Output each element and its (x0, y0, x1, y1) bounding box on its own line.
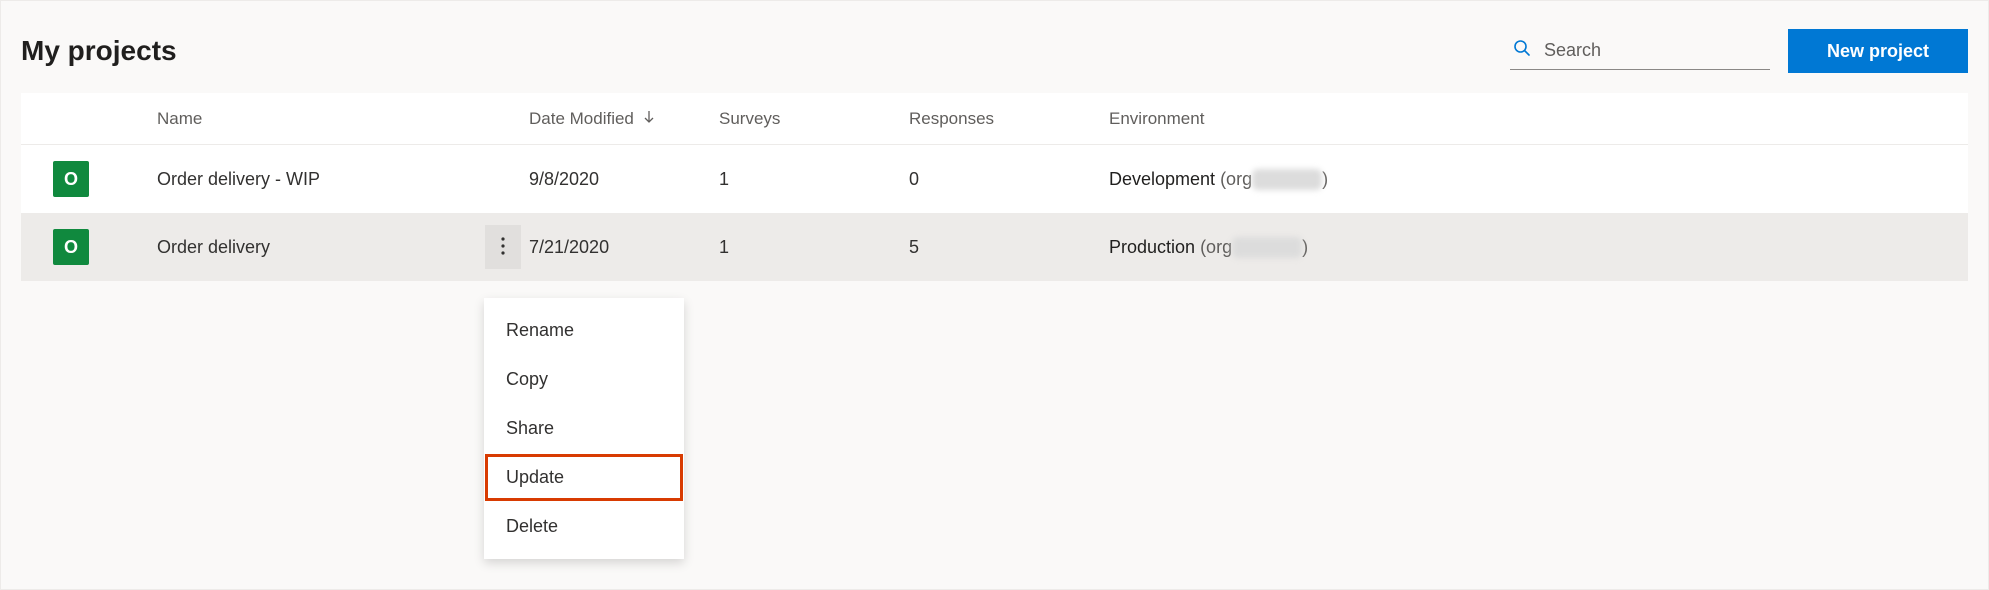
project-name-cell: Order delivery (121, 225, 521, 269)
menu-item-delete[interactable]: Delete (484, 502, 684, 551)
more-actions-button[interactable] (485, 225, 521, 269)
menu-item-copy[interactable]: Copy (484, 355, 684, 404)
projects-table: Name Date Modified Surveys Responses Env… (21, 93, 1968, 281)
column-date-modified[interactable]: Date Modified (521, 109, 711, 129)
search-input[interactable] (1544, 40, 1768, 61)
table-row[interactable]: O Order delivery 7/21/2020 1 5 Productio… (21, 213, 1968, 281)
table-row[interactable]: O Order delivery - WIP 9/8/2020 1 0 Deve… (21, 145, 1968, 213)
sort-descending-icon (642, 109, 656, 129)
project-name-cell: Order delivery - WIP (121, 169, 521, 190)
row-context-menu: Rename Copy Share Update Delete (484, 298, 684, 559)
project-avatar: O (53, 161, 89, 197)
more-vertical-icon (501, 237, 505, 258)
project-responses: 0 (901, 169, 1101, 190)
column-environment[interactable]: Environment (1101, 109, 1968, 129)
project-avatar-cell: O (21, 161, 121, 197)
column-date-label: Date Modified (529, 109, 634, 129)
project-name[interactable]: Order delivery (157, 237, 485, 258)
search-field[interactable] (1510, 32, 1770, 70)
page-title: My projects (21, 35, 177, 67)
environment-org-prefix: (org (1195, 237, 1232, 257)
menu-item-update[interactable]: Update (484, 453, 684, 502)
project-environment: Production (orgxxxxxx) (1101, 237, 1968, 258)
environment-name: Development (1109, 169, 1215, 189)
environment-org-redacted: xxxxxx (1232, 237, 1302, 258)
environment-org-suffix: ) (1322, 169, 1328, 189)
project-avatar-cell: O (21, 229, 121, 265)
environment-name: Production (1109, 237, 1195, 257)
new-project-button[interactable]: New project (1788, 29, 1968, 73)
table-header-row: Name Date Modified Surveys Responses Env… (21, 93, 1968, 145)
column-responses[interactable]: Responses (901, 109, 1101, 129)
column-surveys[interactable]: Surveys (711, 109, 901, 129)
environment-org-redacted: xxxxxx (1252, 169, 1322, 190)
search-icon (1512, 38, 1532, 63)
project-surveys: 1 (711, 237, 901, 258)
environment-org-suffix: ) (1302, 237, 1308, 257)
project-responses: 5 (901, 237, 1101, 258)
project-environment: Development (orgxxxxxx) (1101, 169, 1968, 190)
column-name[interactable]: Name (121, 109, 521, 129)
project-surveys: 1 (711, 169, 901, 190)
menu-item-share[interactable]: Share (484, 404, 684, 453)
project-date: 9/8/2020 (521, 169, 711, 190)
header-actions: New project (1510, 29, 1968, 73)
project-name[interactable]: Order delivery - WIP (157, 169, 521, 190)
project-date: 7/21/2020 (521, 237, 711, 258)
page-header: My projects New project (1, 1, 1988, 93)
menu-item-rename[interactable]: Rename (484, 306, 684, 355)
environment-org-prefix: (org (1215, 169, 1252, 189)
project-avatar: O (53, 229, 89, 265)
